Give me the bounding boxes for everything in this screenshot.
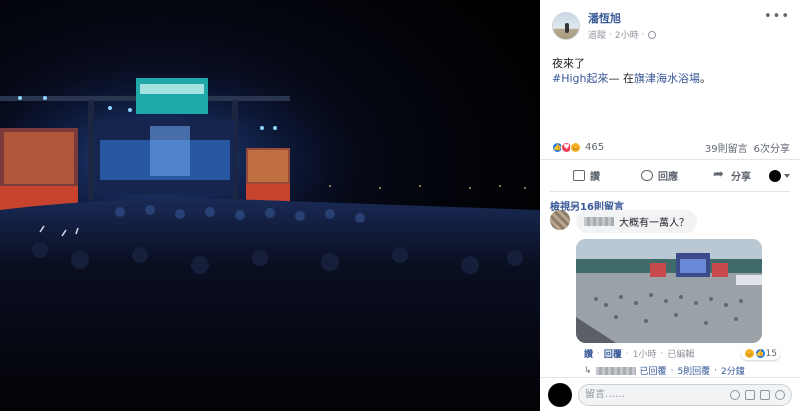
audience-avatar [769,169,781,182]
more-icon[interactable]: ••• [764,10,790,23]
follow-link[interactable]: 追蹤 [588,28,606,41]
caret-down-icon [784,173,790,178]
share-icon [713,167,726,182]
reply-dot: · [670,365,674,376]
post-actions: 讚 回應 分享 [550,160,790,192]
post-body: 夜來了 #High起來— 在旗津海水浴場。 [540,50,800,136]
author-info: 潘恆旭 追蹤 · 2小時 · [588,12,764,41]
meta-separator-2: · [641,29,645,40]
audience-selector[interactable] [769,169,790,182]
reply-time: 2分鐘 [721,367,745,377]
comment-bubble: 大概有一萬人？ [576,210,697,233]
thumbs-up-icon [573,170,585,181]
comment-label: 回應 [658,172,678,183]
reply-arrow-icon: ↳ [584,365,592,376]
comment-reactions[interactable]: ◡ 👍 15 [740,347,780,360]
camera-icon[interactable] [745,389,755,400]
comment-reply-link[interactable]: 回覆 [604,347,622,360]
hashtag-link[interactable]: #High起來 [552,72,609,85]
comment-button[interactable]: 回應 [623,168,696,183]
comment-photo[interactable] [576,239,762,343]
counts-right: 39則留言 6次分享 [705,140,790,155]
post-meta: 追蹤 · 2小時 · [588,28,764,41]
comment-composer [540,377,800,411]
share-button[interactable]: 分享 [696,167,769,184]
author-avatar[interactable] [552,12,580,40]
sticker-icon[interactable] [775,389,785,400]
reply-count: 5則回覆 [677,367,711,377]
gif-icon[interactable] [760,389,770,400]
comment-text: 大概有一萬人？ [619,218,689,229]
like-reaction-icon: 👍 [754,348,766,359]
post-text-end: 。 [700,72,711,85]
commenter-name-blurred[interactable] [584,217,614,226]
reply-dot-2: · [714,365,718,376]
post-dash: — 在 [608,72,635,85]
current-user-avatar [548,382,572,407]
like-button[interactable]: 讚 [550,168,623,183]
post-text-line2: #High起來— 在旗津海水浴場。 [552,71,788,86]
globe-icon [647,30,656,39]
reaction-count[interactable]: 465 [585,142,604,153]
commenter-avatar[interactable] [550,210,570,230]
shares-count[interactable]: 6次分享 [754,140,790,155]
comments-count[interactable]: 39則留言 [705,140,748,155]
post-panel: 潘恆旭 追蹤 · 2小時 · ••• 夜來了 #High起來— 在旗津海水浴場。… [540,0,800,411]
comment-photo-art [576,239,762,343]
meta-separator: · [609,29,612,40]
comments-section: 檢視另16則留言 大概有一萬人？ 讚 · 回覆 · 1小時 · 已編輯 ◡ 👍 … [540,192,800,377]
concert-photo-art [0,60,540,411]
engagement-counts: 👍 ♥ ◡ 465 39則留言 6次分享 [540,136,800,160]
post-text-line1: 夜來了 [552,57,585,70]
reaction-icons[interactable]: 👍 ♥ ◡ [552,142,581,153]
concert-photo[interactable] [0,0,540,411]
comment-item: 大概有一萬人？ [550,210,790,233]
share-label: 分享 [731,172,751,183]
comment-time[interactable]: 1小時 [633,347,657,360]
reply-label: 已回覆 [639,367,667,377]
comment-icon [641,170,653,181]
like-label: 讚 [590,172,600,183]
meta-dot-2: · [625,348,629,359]
place-link[interactable]: 旗津海水浴場 [634,72,700,85]
comment-meta: 讚 · 回覆 · 1小時 · 已編輯 ◡ 👍 15 [584,347,790,360]
meta-dot: · [597,348,600,359]
post-viewer: 潘恆旭 追蹤 · 2小時 · ••• 夜來了 #High起來— 在旗津海水浴場。… [0,0,800,411]
comment-edited: 已編輯 [667,350,695,360]
post-time[interactable]: 2小時 [615,28,639,41]
haha-reaction-icon: ◡ [570,142,581,153]
replier-name-blurred [595,366,636,375]
comment-reaction-count: 15 [765,348,777,359]
emoji-icon[interactable] [730,389,740,400]
haha-reaction-icon: ◡ [743,348,755,359]
author-name[interactable]: 潘恆旭 [588,12,764,26]
comment-input-box[interactable] [578,383,792,406]
post-header: 潘恆旭 追蹤 · 2小時 · ••• [540,0,800,50]
meta-dot-3: · [660,348,664,359]
comment-input[interactable] [585,389,725,400]
view-more-comments-link[interactable]: 檢視另16則留言 [550,192,790,213]
comment-like-link[interactable]: 讚 [584,347,593,360]
reply-preview[interactable]: ↳ 已回覆 · 5則回覆 · 2分鐘 [584,364,790,378]
